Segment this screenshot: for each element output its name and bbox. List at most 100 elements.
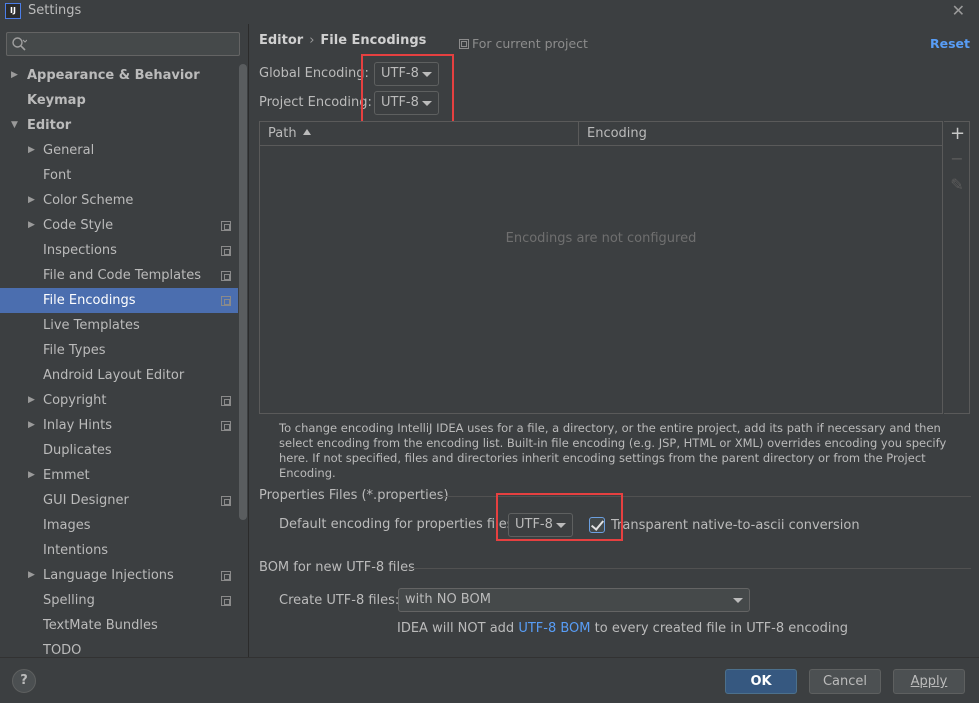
sidebar-item-label: Duplicates	[43, 443, 112, 458]
project-scope-icon	[221, 496, 231, 506]
sidebar-item-android-layout-editor[interactable]: Android Layout Editor	[0, 363, 238, 388]
project-encoding-label: Project Encoding:	[259, 95, 372, 110]
sort-ascending-icon	[302, 129, 311, 135]
empty-table-message: Encodings are not configured	[505, 231, 697, 246]
sidebar-item-emmet[interactable]: ▶ Emmet	[0, 463, 238, 488]
sidebar-item-label: Font	[43, 168, 72, 183]
sidebar-item-textmate-bundles[interactable]: TextMate Bundles	[0, 613, 238, 638]
settings-sidebar: ▶ Appearance & Behavior Keymap ▼ Editor ▶ Gene…	[0, 24, 248, 658]
cancel-button[interactable]: Cancel	[809, 669, 881, 694]
sidebar-item-general[interactable]: ▶ General	[0, 138, 238, 163]
sidebar-item-color-scheme[interactable]: ▶ Color Scheme	[0, 188, 238, 213]
native-ascii-label[interactable]: Transparent native-to-ascii conversion	[611, 518, 860, 533]
sidebar-item-language-injections[interactable]: ▶ Language Injections	[0, 563, 238, 588]
sidebar-item-file-types[interactable]: File Types	[0, 338, 238, 363]
window-title: Settings	[28, 3, 82, 18]
column-header-path[interactable]: Path	[268, 126, 311, 141]
sidebar-item-file-and-code-templates[interactable]: File and Code Templates	[0, 263, 238, 288]
bom-note: IDEA will NOT add UTF-8 BOM to every cre…	[397, 621, 848, 636]
sidebar-item-label: GUI Designer	[43, 493, 129, 508]
sidebar-item-label: TextMate Bundles	[43, 618, 158, 633]
apply-label: Apply	[910, 674, 948, 689]
sidebar-item-font[interactable]: Font	[0, 163, 238, 188]
chevron-right-icon[interactable]: ▶	[28, 213, 35, 238]
column-separator[interactable]	[578, 122, 579, 146]
sidebar-item-label: Inlay Hints	[43, 418, 112, 433]
project-scope-icon	[221, 571, 231, 581]
chevron-right-icon[interactable]: ▶	[28, 413, 35, 438]
sidebar-item-label: Live Templates	[43, 318, 140, 333]
project-scope-icon	[221, 221, 231, 231]
reset-link[interactable]: Reset	[930, 36, 970, 51]
sidebar-item-file-encodings[interactable]: File Encodings	[0, 288, 238, 313]
project-scope-icon	[221, 246, 231, 256]
sidebar-item-appearance-behavior[interactable]: ▶ Appearance & Behavior	[0, 63, 238, 88]
add-icon[interactable]: +	[950, 123, 965, 144]
sidebar-item-label: Code Style	[43, 218, 114, 233]
sidebar-item-label: File Types	[43, 343, 106, 358]
search-icon	[12, 37, 27, 51]
sidebar-item-spelling[interactable]: Spelling	[0, 588, 238, 613]
project-scope-icon	[459, 39, 469, 49]
sidebar-item-label: Appearance & Behavior	[27, 68, 200, 83]
utf8-bom-link[interactable]: UTF-8 BOM	[518, 621, 590, 636]
sidebar-item-editor[interactable]: ▼ Editor	[0, 113, 238, 138]
sidebar-item-inlay-hints[interactable]: ▶ Inlay Hints	[0, 413, 238, 438]
sidebar-item-images[interactable]: Images	[0, 513, 238, 538]
chevron-right-icon[interactable]: ▶	[28, 388, 35, 413]
project-scope-icon	[221, 421, 231, 431]
sidebar-item-keymap[interactable]: Keymap	[0, 88, 238, 113]
help-button[interactable]: ?	[12, 669, 36, 693]
global-encoding-label: Global Encoding:	[259, 66, 369, 81]
sidebar-item-label: File Encodings	[43, 293, 136, 308]
chevron-right-icon[interactable]: ▶	[28, 463, 35, 488]
chevron-down-icon[interactable]: ▼	[11, 113, 18, 138]
close-icon[interactable]: ✕	[952, 1, 965, 20]
intellij-app-icon: IJ	[5, 3, 21, 19]
bom-section-line	[409, 568, 971, 569]
sidebar-item-intentions[interactable]: Intentions	[0, 538, 238, 563]
ok-button[interactable]: OK	[725, 669, 797, 694]
sidebar-item-label: Intentions	[43, 543, 109, 558]
settings-search-input[interactable]	[6, 32, 240, 56]
chevron-right-icon[interactable]: ▶	[11, 63, 18, 88]
table-header: Path Encoding	[260, 122, 942, 146]
bom-note-prefix: IDEA will NOT add	[397, 621, 519, 636]
sidebar-item-copyright[interactable]: ▶ Copyright	[0, 388, 238, 413]
bom-select[interactable]: with NO BOM	[398, 588, 750, 612]
sidebar-item-label: Copyright	[43, 393, 107, 408]
file-encodings-panel: Editor › File Encodings For current projec…	[249, 24, 979, 657]
project-scope-icon	[221, 396, 231, 406]
chevron-down-icon	[733, 598, 743, 603]
sidebar-scrollbar[interactable]	[239, 64, 247, 520]
project-scope-icon	[221, 296, 231, 306]
apply-button[interactable]: Apply	[893, 669, 965, 694]
create-utf8-label: Create UTF-8 files:	[279, 593, 400, 608]
properties-default-label: Default encoding for properties files:	[279, 517, 518, 532]
sidebar-item-label: Android Layout Editor	[43, 368, 185, 383]
bom-select-value: with NO BOM	[405, 592, 491, 607]
edit-icon[interactable]: ✎	[950, 175, 964, 194]
sidebar-item-label: Images	[43, 518, 91, 533]
sidebar-item-label: Keymap	[27, 93, 86, 108]
chevron-right-icon[interactable]: ▶	[28, 138, 35, 163]
sidebar-item-gui-designer[interactable]: GUI Designer	[0, 488, 238, 513]
highlight-box-properties	[496, 493, 623, 541]
dialog-button-bar: ? OK Cancel Apply	[0, 657, 979, 703]
bom-section-title: BOM for new UTF-8 files	[259, 560, 415, 575]
sidebar-item-live-templates[interactable]: Live Templates	[0, 313, 238, 338]
sidebar-item-duplicates[interactable]: Duplicates	[0, 438, 238, 463]
remove-icon[interactable]: −	[950, 149, 964, 168]
bom-note-suffix: to every created file in UTF-8 encoding	[590, 621, 848, 636]
sidebar-item-inspections[interactable]: Inspections	[0, 238, 238, 263]
project-scope-icon	[221, 596, 231, 606]
scope-note-text: For current project	[472, 36, 588, 51]
settings-tree: ▶ Appearance & Behavior Keymap ▼ Editor ▶ Gene…	[0, 63, 238, 663]
path-encoding-table: Path Encoding Encodings are not configur…	[259, 121, 943, 414]
chevron-right-icon[interactable]: ▶	[28, 563, 35, 588]
column-header-encoding[interactable]: Encoding	[587, 126, 647, 141]
chevron-right-icon[interactable]: ▶	[28, 188, 35, 213]
sidebar-item-code-style[interactable]: ▶ Code Style	[0, 213, 238, 238]
breadcrumb-editor: Editor	[259, 33, 304, 48]
project-scope-icon	[221, 271, 231, 281]
